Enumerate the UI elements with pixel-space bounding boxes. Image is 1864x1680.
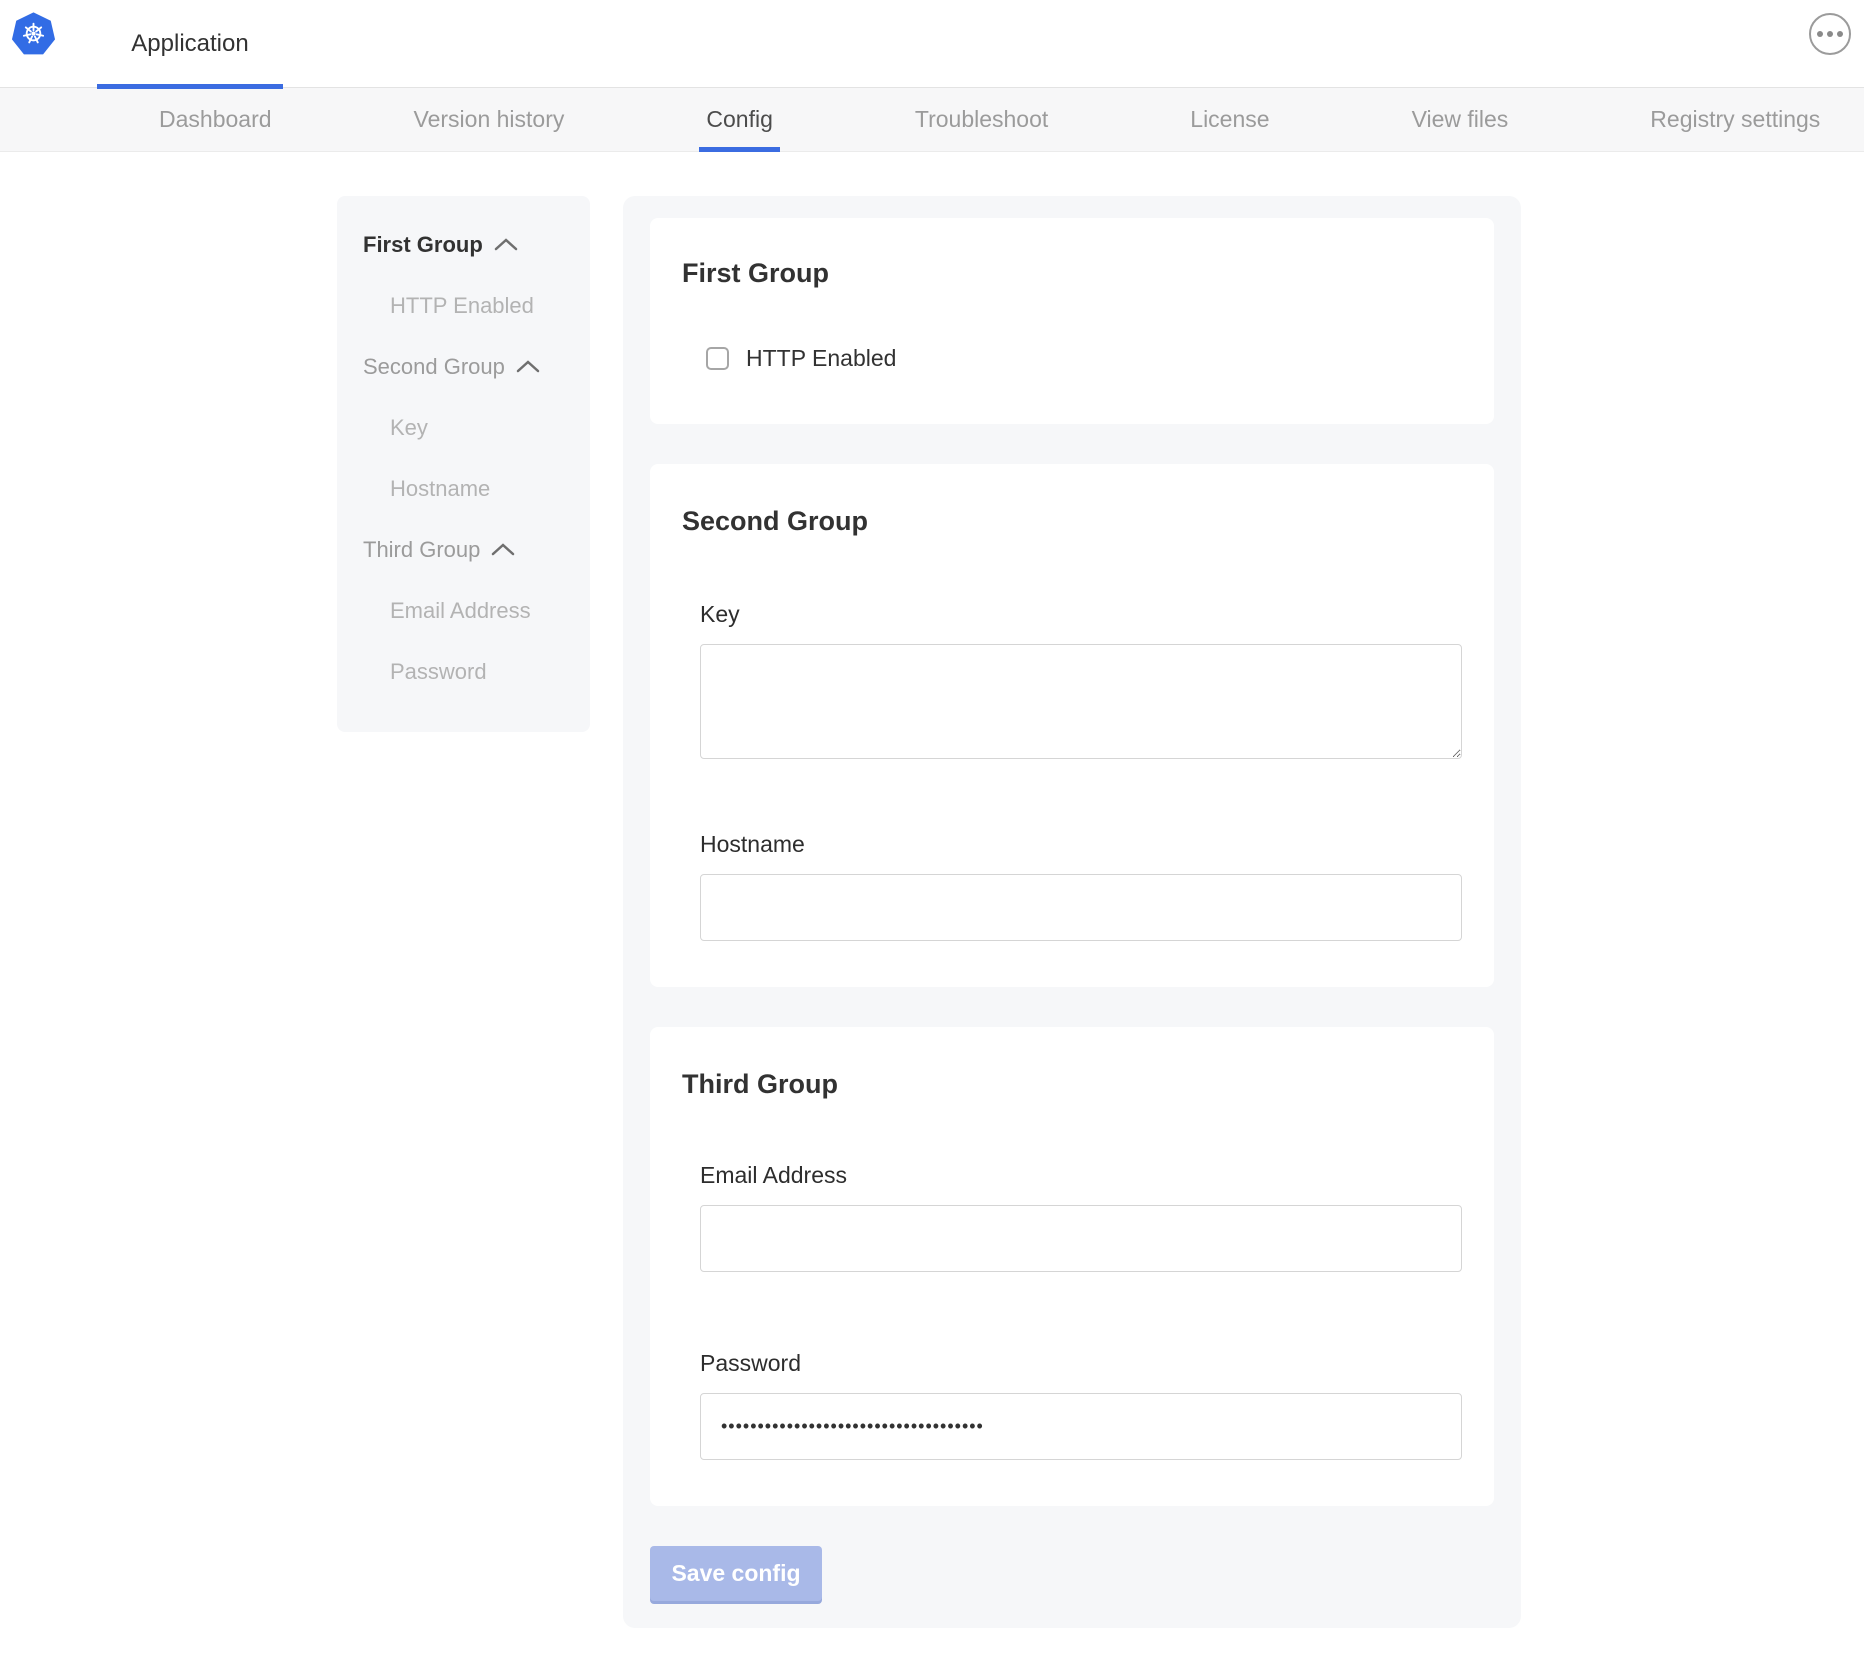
tab-version-history[interactable]: Version history [407, 88, 572, 151]
app-tab-label: Application [131, 30, 248, 58]
config-nav-tabs: Dashboard Version history Config Trouble… [0, 88, 1864, 152]
group-title: Second Group [682, 506, 1462, 537]
config-group-second: Second Group Key Hostname [650, 464, 1494, 987]
sidebar-item-key[interactable]: Key [363, 397, 580, 458]
group-title: First Group [682, 258, 1462, 289]
config-page: First Group HTTP Enabled Second Group Ke… [0, 152, 1864, 1668]
tab-license[interactable]: License [1183, 88, 1276, 151]
kubernetes-logo-icon [10, 11, 57, 58]
tab-registry-settings[interactable]: Registry settings [1643, 88, 1827, 151]
sidebar-item-hostname[interactable]: Hostname [363, 458, 580, 519]
config-sidebar: First Group HTTP Enabled Second Group Ke… [337, 196, 590, 732]
sidebar-group-third-group[interactable]: Third Group [363, 519, 580, 580]
config-group-third: Third Group Email Address Password [650, 1027, 1494, 1506]
chevron-up-icon [491, 543, 515, 556]
ellipsis-menu-icon[interactable] [1809, 13, 1851, 55]
app-tab-application[interactable]: Application [97, 0, 283, 88]
hostname-label: Hostname [700, 831, 1462, 858]
sidebar-item-password[interactable]: Password [363, 641, 580, 702]
key-textarea[interactable] [700, 644, 1462, 759]
password-input[interactable] [700, 1393, 1462, 1460]
config-group-first: First Group HTTP Enabled [650, 218, 1494, 424]
tab-config[interactable]: Config [699, 88, 779, 151]
hostname-input[interactable] [700, 874, 1462, 941]
top-header: Application [0, 0, 1864, 88]
email-address-label: Email Address [700, 1162, 1462, 1189]
tab-view-files[interactable]: View files [1405, 88, 1516, 151]
save-config-button[interactable]: Save config [650, 1546, 822, 1601]
password-label: Password [700, 1350, 1462, 1377]
tab-troubleshoot[interactable]: Troubleshoot [908, 88, 1055, 151]
tab-dashboard[interactable]: Dashboard [152, 88, 279, 151]
http-enabled-label: HTTP Enabled [746, 345, 896, 372]
key-label: Key [700, 601, 1462, 628]
email-address-input[interactable] [700, 1205, 1462, 1272]
sidebar-group-second-group[interactable]: Second Group [363, 336, 580, 397]
sidebar-item-http-enabled[interactable]: HTTP Enabled [363, 275, 580, 336]
http-enabled-checkbox[interactable] [706, 347, 729, 370]
group-title: Third Group [682, 1069, 1462, 1100]
config-form: First Group HTTP Enabled Second Group Ke… [623, 196, 1521, 1628]
sidebar-item-email-address[interactable]: Email Address [363, 580, 580, 641]
chevron-up-icon [494, 238, 518, 251]
sidebar-group-first-group[interactable]: First Group [363, 214, 580, 275]
chevron-up-icon [516, 360, 540, 373]
